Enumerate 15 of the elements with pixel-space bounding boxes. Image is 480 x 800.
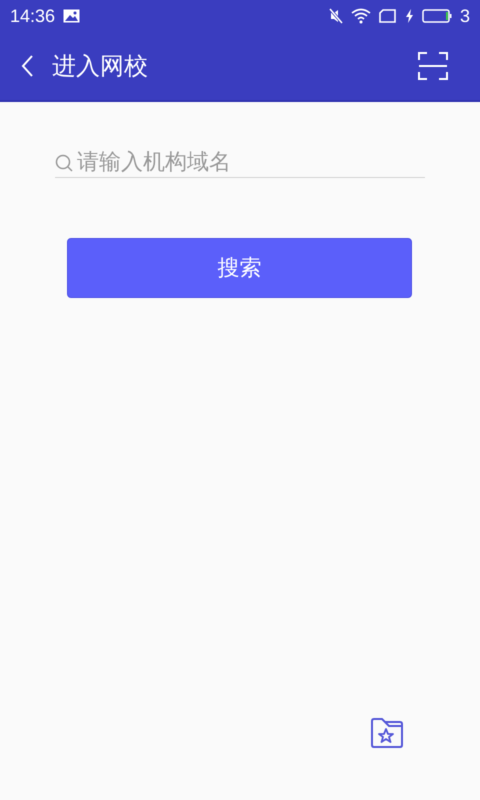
search-button[interactable]: 搜索 bbox=[67, 238, 412, 298]
battery-percent: 3 bbox=[460, 6, 470, 26]
back-button[interactable] bbox=[20, 54, 34, 78]
page-title: 进入网校 bbox=[52, 51, 148, 82]
charging-icon bbox=[404, 9, 414, 23]
scan-button[interactable] bbox=[418, 52, 448, 80]
battery-icon bbox=[422, 9, 452, 23]
image-icon bbox=[63, 9, 80, 23]
folder-star-icon[interactable] bbox=[370, 718, 404, 748]
status-time: 14:36 bbox=[10, 6, 56, 26]
search-icon bbox=[55, 152, 75, 172]
wifi-icon bbox=[350, 8, 371, 24]
mute-icon bbox=[328, 8, 343, 24]
search-field[interactable]: 请输入机构域名 bbox=[75, 150, 425, 175]
sim-icon bbox=[378, 9, 397, 23]
